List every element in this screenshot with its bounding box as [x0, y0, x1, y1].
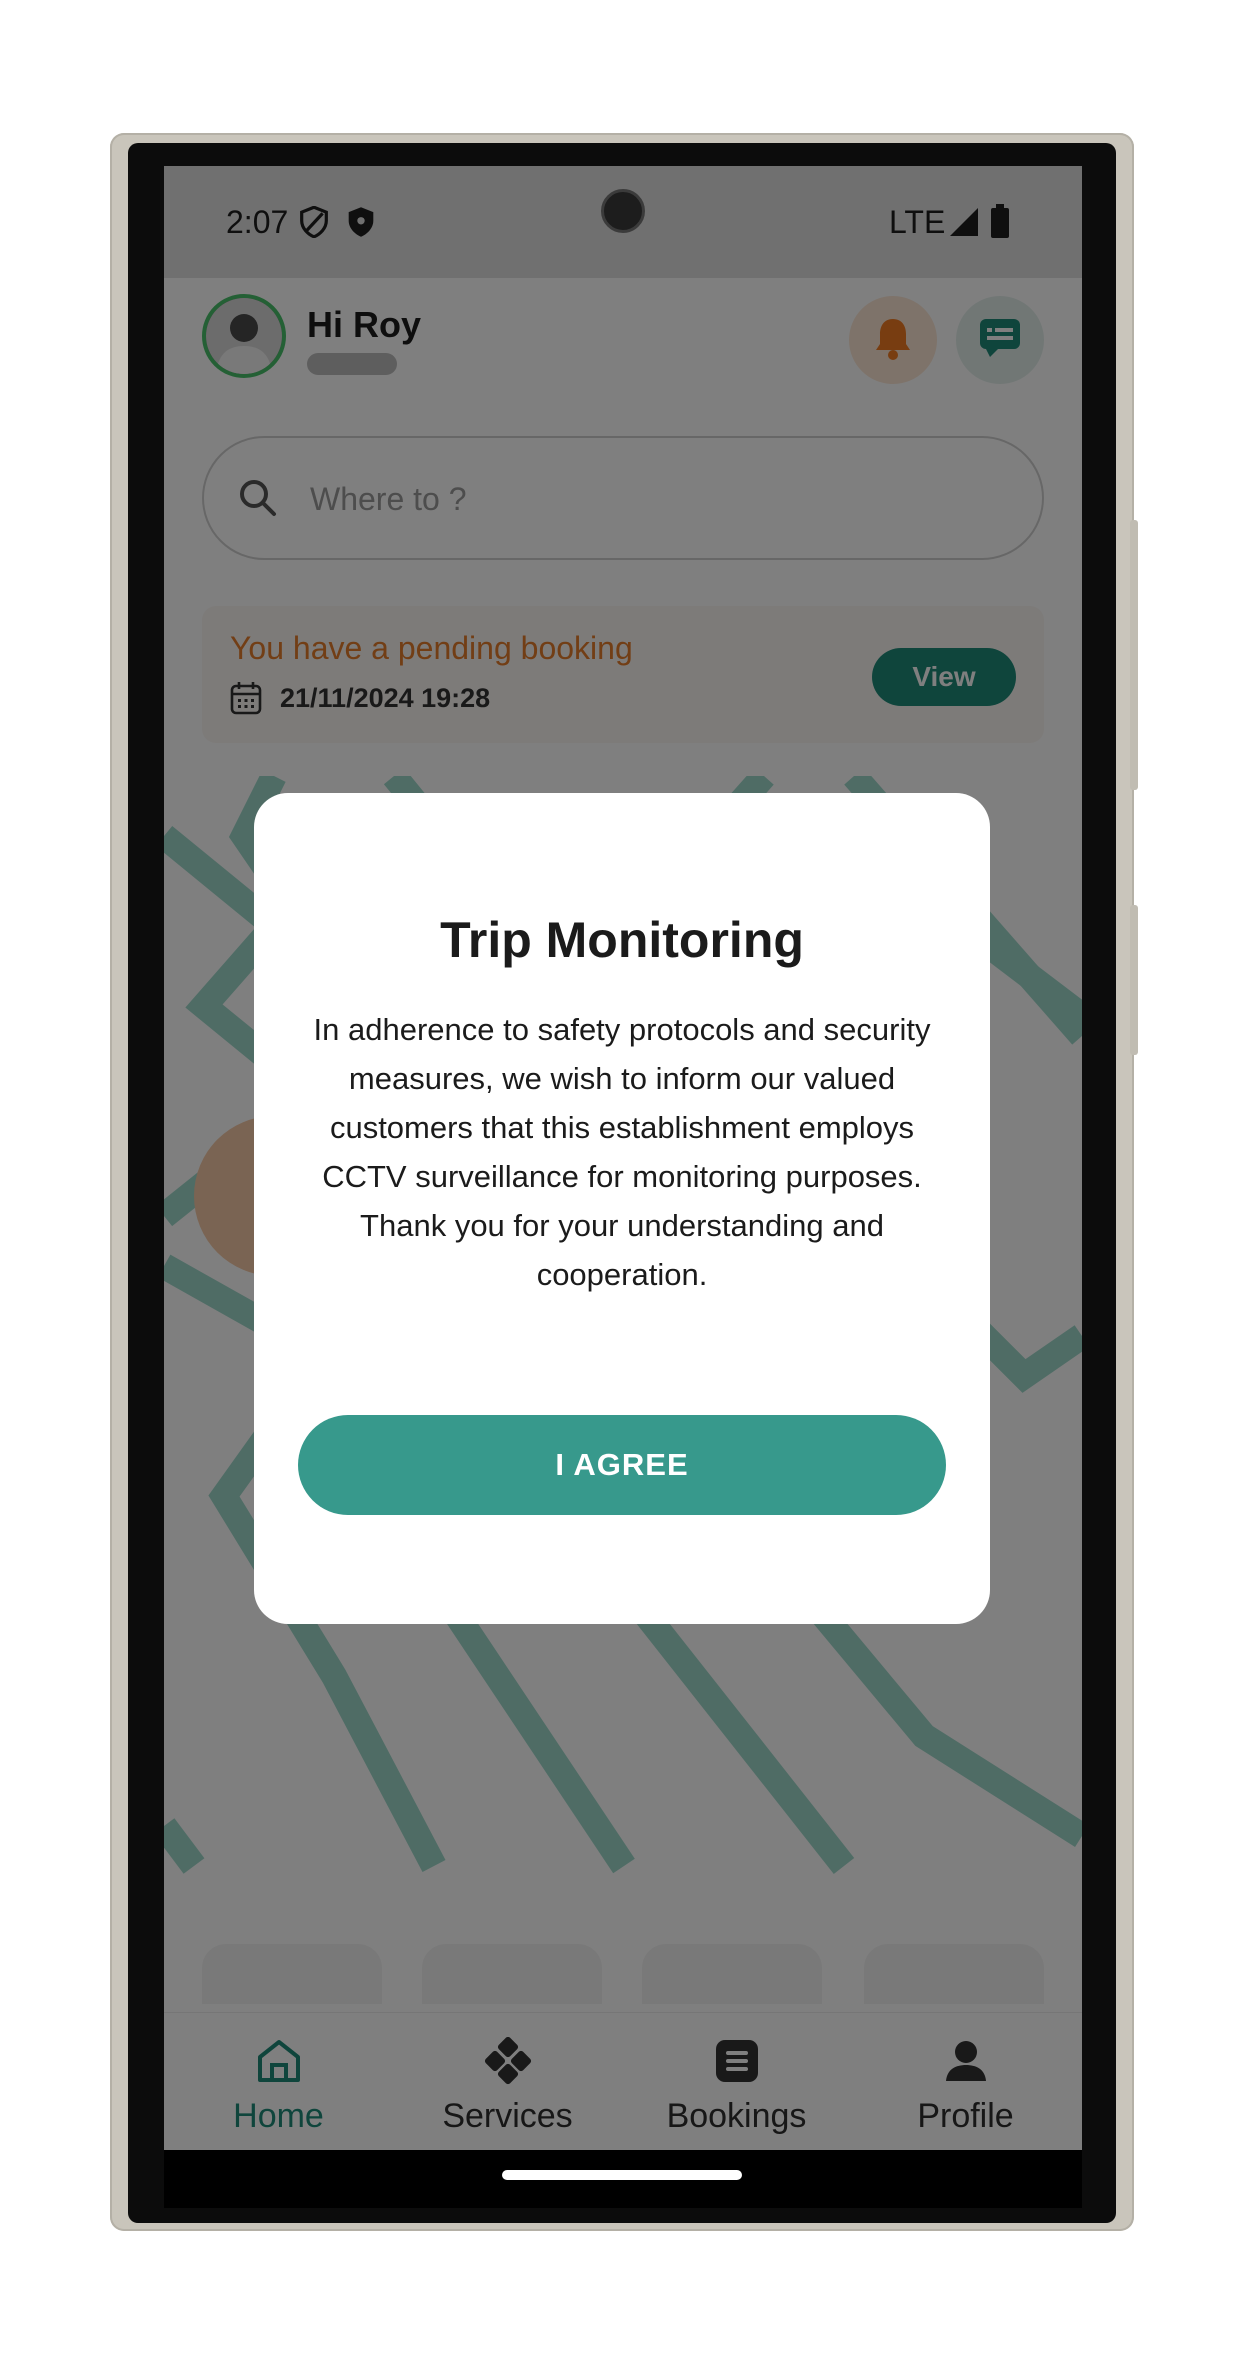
dialog-title: Trip Monitoring: [440, 912, 804, 968]
volume-button: [1130, 520, 1138, 790]
agree-button[interactable]: I AGREE: [298, 1415, 946, 1515]
home-gesture-pill[interactable]: [502, 2170, 742, 2180]
power-button: [1130, 905, 1138, 1055]
trip-monitoring-dialog: Trip Monitoring In adherence to safety p…: [254, 793, 990, 1624]
dialog-message: In adherence to safety protocols and sec…: [313, 1012, 931, 1292]
